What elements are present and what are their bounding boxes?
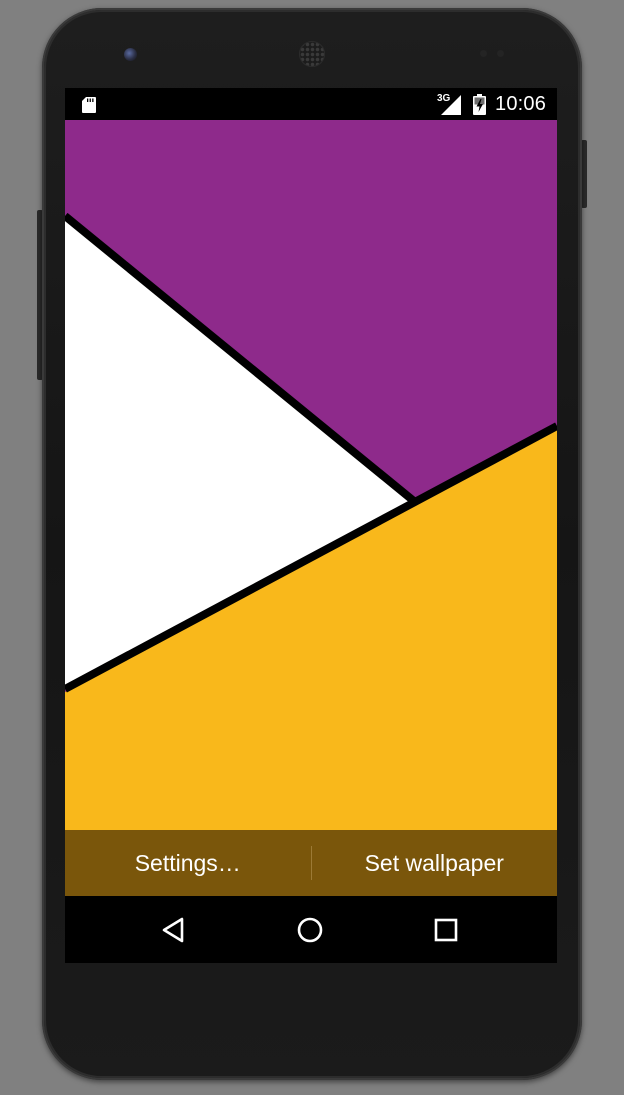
- status-bar: 3G 10:06: [65, 88, 557, 120]
- set-wallpaper-button[interactable]: Set wallpaper: [312, 830, 558, 896]
- front-camera-icon: [124, 48, 137, 61]
- sd-card-icon: [82, 97, 96, 113]
- wallpaper-preview[interactable]: [65, 120, 557, 830]
- wallpaper-action-bar: Settings… Set wallpaper: [65, 830, 557, 896]
- battery-charging-icon: [473, 94, 486, 115]
- screen: 3G 10:06 Settings… Set wallpaper: [65, 88, 557, 963]
- home-icon[interactable]: [290, 910, 330, 950]
- signal-3g-icon: [441, 95, 461, 115]
- light-sensor: [497, 50, 504, 57]
- proximity-sensor: [480, 50, 487, 57]
- settings-button[interactable]: Settings…: [65, 830, 311, 896]
- recents-icon[interactable]: [426, 910, 466, 950]
- status-clock: 10:06: [495, 93, 547, 115]
- navigation-bar: [65, 896, 557, 963]
- back-icon[interactable]: [153, 910, 193, 950]
- earpiece-speaker: [299, 41, 325, 67]
- device-stage: 3G 10:06 Settings… Set wallpaper: [0, 0, 624, 1095]
